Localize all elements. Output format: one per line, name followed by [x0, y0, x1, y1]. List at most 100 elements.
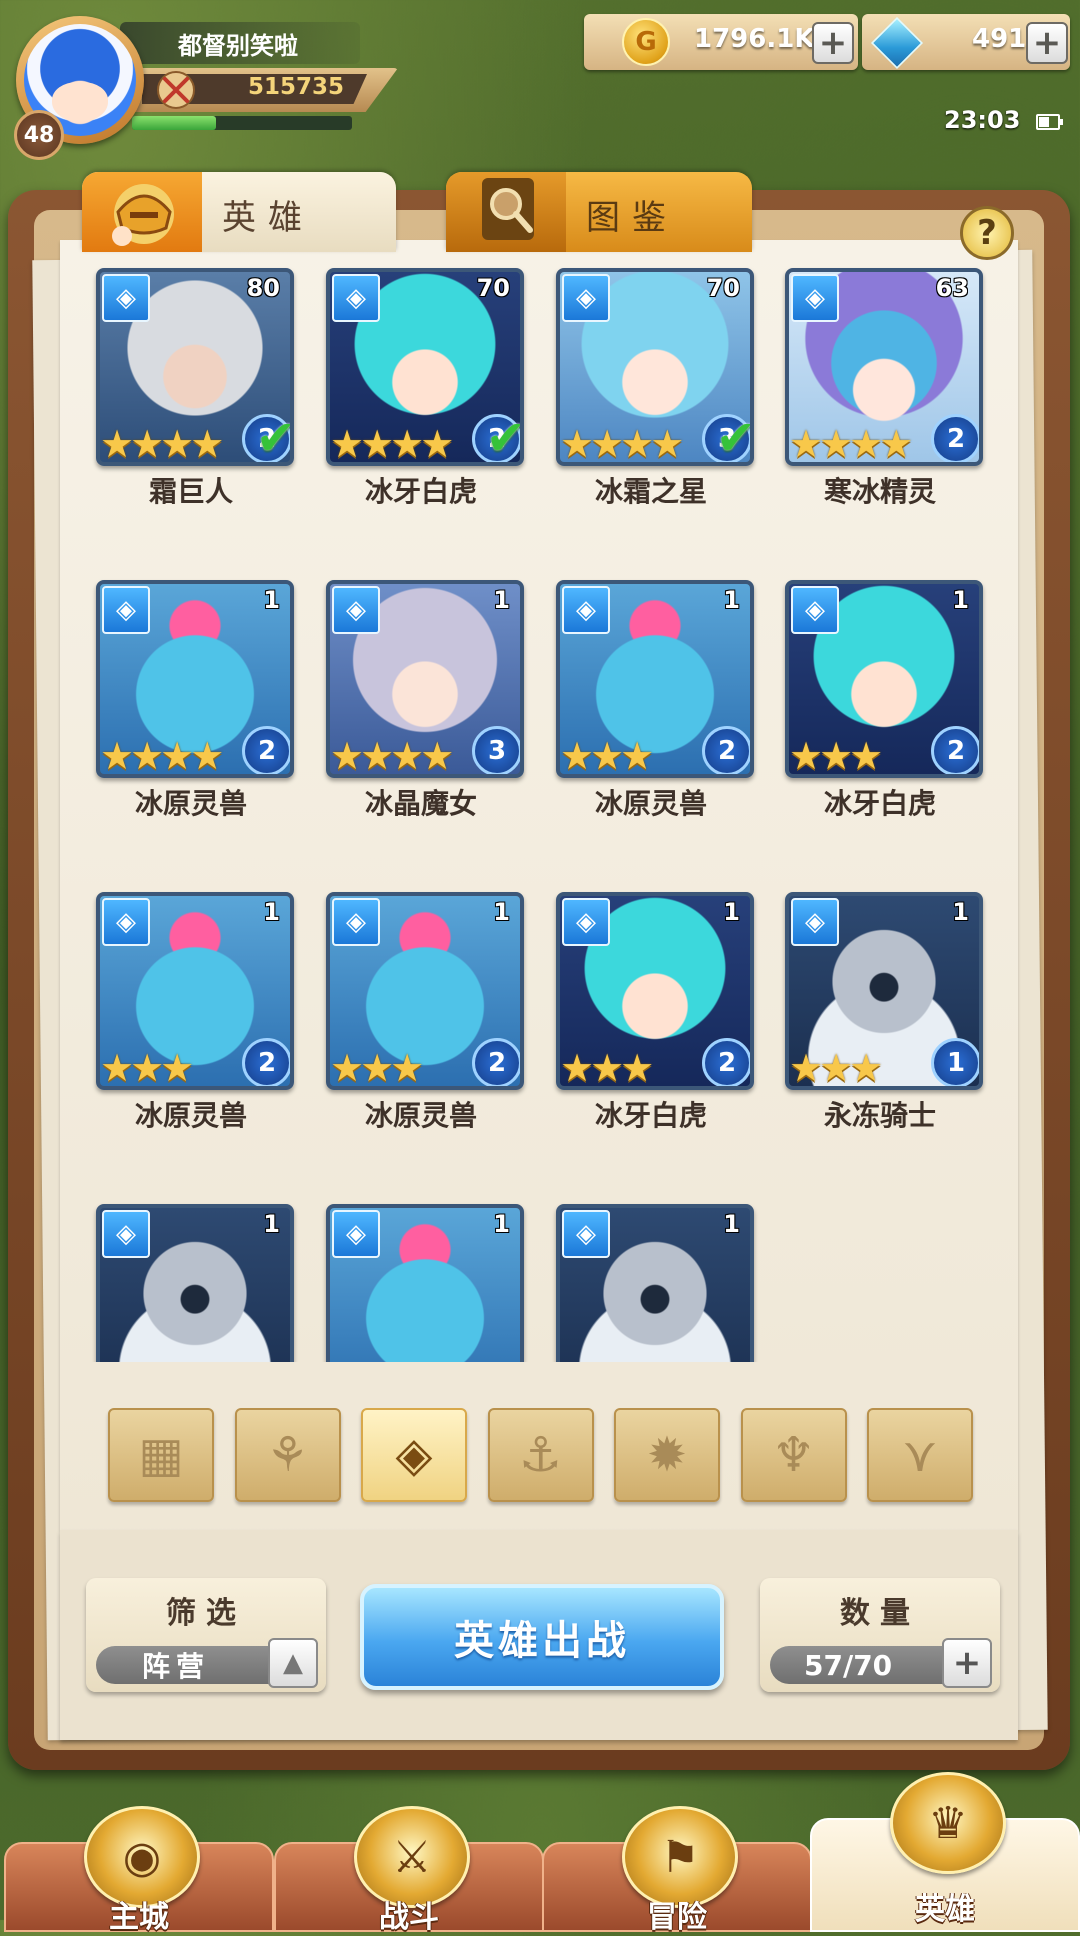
tab-codex-label: 图鉴 — [586, 198, 678, 238]
star-rating: ★ ★ ★ — [330, 1048, 424, 1086]
count-title: 数量 — [840, 1596, 920, 1631]
star-icon: ★ — [650, 422, 685, 466]
star-icon: ★ — [849, 734, 884, 778]
hero-grade-badge: 1 — [931, 1038, 979, 1086]
hero-grade-badge: 2 — [702, 726, 750, 774]
filter-button[interactable]: ⚘ — [234, 1408, 341, 1502]
expand-capacity-button[interactable]: + — [942, 1638, 992, 1688]
star-icon: ★ — [330, 422, 365, 466]
add-gems-button[interactable]: + — [1026, 22, 1068, 64]
faction-ice-icon: ◈ — [102, 1210, 150, 1258]
filter-button[interactable]: ◈ — [361, 1408, 467, 1502]
xp-bar-fill — [132, 116, 216, 130]
hero-portrait: ◈ 1 ★ ★ ★ 2 — [785, 580, 983, 778]
crossed-swords-icon — [157, 71, 195, 109]
hero-portrait: ◈ 1 ★ ★ ★ 1 — [785, 892, 983, 1090]
hero-level: 1 — [493, 898, 510, 926]
clock: 23:03 — [944, 106, 1021, 134]
star-icon: ★ — [789, 422, 824, 466]
tab-heroes-label: 英雄 — [222, 198, 314, 238]
nav-tab[interactable]: ⚔ 战斗 — [274, 1806, 544, 1935]
filter-button[interactable]: ▦ — [108, 1408, 214, 1502]
hero-name: 永冻骑士 — [823, 1099, 936, 1132]
faction-ice-icon: ◈ — [562, 274, 610, 322]
faction-divine-icon: ⋎ — [902, 1427, 938, 1483]
hero-portrait: ◈ 1 ★ ★ ★ ★ 3 — [326, 580, 524, 778]
nav-label: 主城 — [109, 1900, 169, 1935]
gold-value: 1796.1K — [694, 24, 815, 54]
faction-filter-bar: ▦ ⚘ ◈ ⚓ ✹ ♆ ⋎ — [108, 1408, 978, 1502]
faction-ice-icon: ◈ — [562, 1210, 610, 1258]
hero-level: 1 — [723, 586, 740, 614]
hero-portrait: ◈ 1 — [96, 1204, 294, 1362]
nav-tab[interactable]: ◉ 主城 — [4, 1806, 274, 1935]
filter-button[interactable]: ♆ — [740, 1408, 847, 1502]
hero-portrait: ◈ 70 ★ ★ ★ ★ 3 ✔ — [556, 268, 754, 466]
filter-select[interactable]: 阵营 — [96, 1646, 296, 1684]
faction-demon-icon: ♆ — [771, 1427, 816, 1483]
star-rating: ★ ★ ★ — [560, 734, 654, 778]
gem-value: 491 — [972, 24, 1027, 54]
chevron-up-icon[interactable]: ▲ — [268, 1638, 318, 1688]
star-icon: ★ — [160, 1046, 195, 1090]
hero-name: 冰牙白虎 — [364, 475, 477, 508]
filter-control: 筛选 阵营 ▲ — [86, 1578, 326, 1692]
hero-level: 70 — [476, 274, 510, 302]
help-button[interactable]: ? — [960, 206, 1014, 260]
star-rating: ★ ★ ★ ★ — [330, 422, 454, 466]
star-rating: ★ ★ ★ — [100, 1046, 194, 1090]
star-icon: ★ — [100, 1046, 135, 1090]
nav-label: 战斗 — [379, 1900, 439, 1935]
hero-portrait: ◈ 70 ★ ★ ★ ★ 2 ✔ — [326, 268, 524, 466]
faction-ice-icon: ◈ — [562, 586, 610, 634]
filter-title: 筛选 — [166, 1596, 246, 1631]
star-icon: ★ — [390, 1046, 425, 1090]
nav-label: 英雄 — [915, 1892, 975, 1927]
star-icon: ★ — [789, 734, 824, 778]
deploy-heroes-button[interactable]: 英雄出战 — [360, 1584, 724, 1690]
nav-tab[interactable]: ⚑ 冒险 — [542, 1806, 812, 1935]
star-icon: ★ — [560, 734, 595, 778]
star-icon: ★ — [100, 422, 135, 466]
faction-ice-icon: ◈ — [791, 898, 839, 946]
hero-name: 冰晶魔女 — [364, 787, 477, 820]
xp-bar — [132, 116, 352, 130]
gem-counter: 491 + — [862, 14, 1070, 70]
hero-level: 1 — [723, 898, 740, 926]
add-gold-button[interactable]: + — [812, 22, 854, 64]
diamond-icon — [870, 16, 924, 70]
star-icon: ★ — [100, 734, 135, 778]
hero-helmet-icon: ♛ — [890, 1772, 1006, 1874]
hero-level: 1 — [952, 586, 969, 614]
power-value: 515735 — [248, 74, 345, 100]
hero-name: 霜巨人 — [148, 475, 233, 508]
hero-level: 1 — [263, 586, 280, 614]
hero-portrait: ◈ 1 ★ ★ ★ 2 — [556, 892, 754, 1090]
nav-tab[interactable]: ♛ 英雄 — [810, 1772, 1080, 1932]
hero-count-control: 数量 57/70 + — [760, 1578, 1000, 1692]
knight-helmet-icon — [82, 172, 202, 252]
faction-ice-icon: ◈ — [791, 274, 839, 322]
player-level-badge: 48 — [14, 110, 64, 160]
star-icon: ★ — [330, 734, 365, 778]
hero-grade-badge: 2 — [931, 726, 979, 774]
filter-button[interactable]: ⚓ — [487, 1408, 594, 1502]
hero-name: 冰原灵兽 — [594, 787, 707, 820]
star-icon: ★ — [849, 1046, 884, 1090]
filter-button[interactable]: ⋎ — [867, 1408, 973, 1502]
tab-heroes[interactable]: 英雄 — [82, 172, 396, 252]
star-rating: ★ ★ ★ ★ — [789, 422, 913, 466]
filter-button[interactable]: ✹ — [614, 1408, 720, 1502]
star-rating: ★ ★ ★ ★ — [100, 422, 224, 466]
faction-ice-icon: ◈ — [332, 586, 380, 634]
hero-level: 1 — [493, 1210, 510, 1238]
hero-grade-badge: 2 — [472, 1038, 520, 1086]
hero-portrait: ◈ 1 ★ ★ ★ ★ 2 — [96, 580, 294, 778]
star-icon: ★ — [420, 734, 455, 778]
hero-name: 冰原灵兽 — [134, 787, 247, 820]
battery-icon — [1036, 114, 1063, 130]
hero-portrait: ◈ 1 — [556, 1204, 754, 1362]
tab-codex[interactable]: 图鉴 — [446, 172, 752, 252]
magnifier-icon — [446, 172, 566, 252]
hero-name: 冰牙白虎 — [823, 787, 936, 820]
